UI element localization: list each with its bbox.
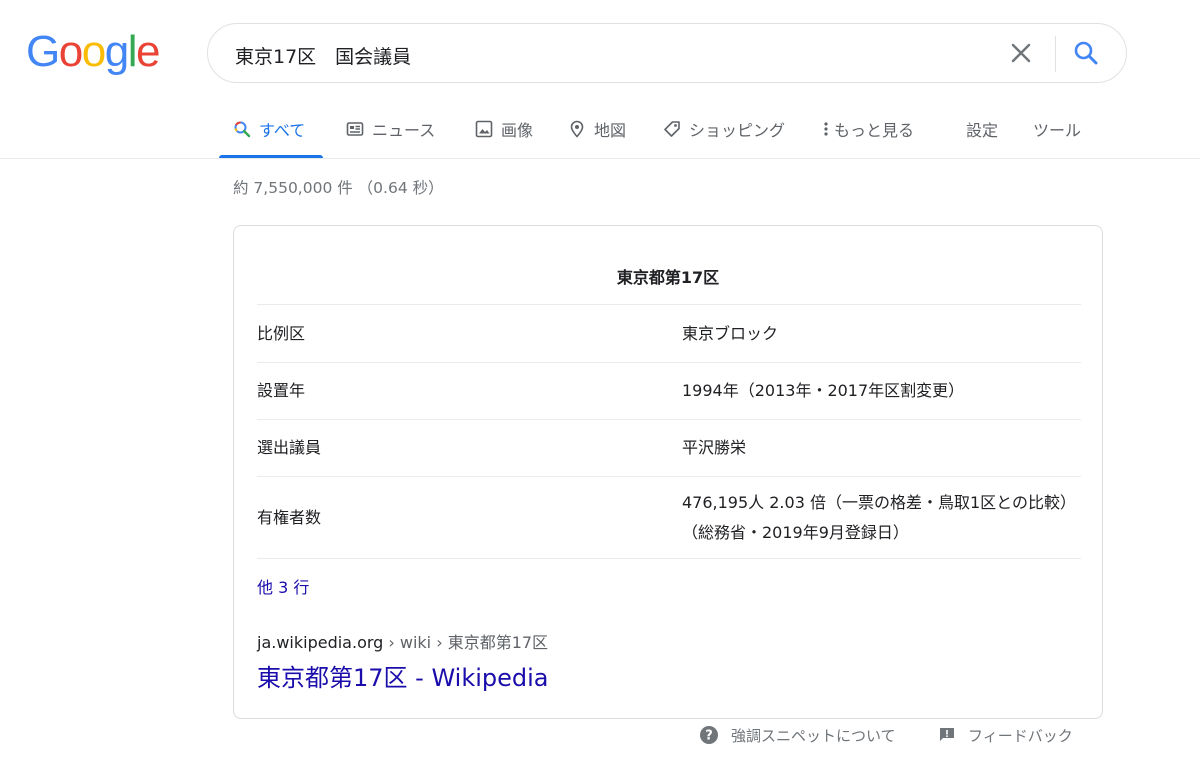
help-icon: ? [700,726,718,744]
result-title-link[interactable]: 東京都第17区 - Wikipedia [257,658,549,693]
feedback-label: フィードバック [968,726,1073,745]
tab-all[interactable]: すべて [218,100,324,158]
row-key: 設置年 [257,362,682,420]
snippet-table: 比例区 東京ブロック 設置年 1994年（2013年・2017年区割変更） 選出… [257,304,1081,559]
about-snippets-label: 強調スニペットについて [731,726,896,745]
cite-breadcrumb: › wiki › 東京都第17区 [383,633,549,652]
search-box[interactable]: 東京17区 国会議員 [207,23,1127,83]
logo-letter: l [127,27,138,76]
tab-news[interactable]: ニュース [346,100,435,158]
search-tabs: すべて ニュース 画像 地図 ショッピング もっと見る 設定 ツール [0,100,1200,159]
tab-more[interactable]: もっと見る [822,100,914,158]
tag-icon [664,121,680,137]
result-cite[interactable]: ja.wikipedia.org › wiki › 東京都第17区 [257,629,548,653]
tab-label: すべて [259,121,306,140]
tab-label: 設定 [966,121,999,140]
search-icon [234,121,251,138]
row-value: 東京ブロック [682,304,1081,363]
search-button[interactable] [1071,38,1101,68]
tab-label: ツール [1033,121,1082,140]
image-icon [475,120,493,138]
tab-maps[interactable]: 地図 [568,100,626,158]
row-key: 選出議員 [257,419,682,477]
svg-text:?: ? [705,729,713,744]
logo-letter: g [104,27,129,76]
featured-snippet: 東京都第17区 比例区 東京ブロック 設置年 1994年（2013年・2017年… [233,225,1103,719]
logo-letter: o [58,27,83,76]
feedback-link[interactable]: フィードバック [938,722,1073,748]
logo-letter: G [26,27,60,76]
more-vert-icon [824,122,828,136]
table-row: 選出議員 平沢勝栄 [257,419,1081,477]
tab-settings[interactable]: 設定 [966,100,998,158]
logo-letter: o [81,27,106,76]
tab-tools[interactable]: ツール [1033,100,1081,158]
tab-label: ニュース [372,121,436,140]
map-pin-icon [570,120,584,138]
tab-label: ショッピング [689,121,786,140]
news-icon [346,122,364,136]
tab-label: 地図 [594,121,627,140]
row-key: 有権者数 [257,476,682,559]
search-divider [1055,36,1056,72]
row-key: 比例区 [257,304,682,363]
table-row: 有権者数 476,195人 2.03 倍（一票の格差・鳥取1区との比較）（総務省… [257,476,1081,559]
tab-shopping[interactable]: ショッピング [663,100,785,158]
feedback-icon [940,728,954,741]
tab-label: もっと見る [834,121,915,140]
snippet-title: 東京都第17区 [616,268,720,287]
about-snippets-link[interactable]: ? 強調スニペットについて [699,722,896,748]
logo-letter: e [135,27,160,76]
result-stats: 約 7,550,000 件 （0.64 秒） [233,179,444,197]
cite-domain: ja.wikipedia.org [257,633,384,652]
search-input[interactable]: 東京17区 国会議員 [235,42,411,69]
google-logo[interactable]: Google [26,27,160,76]
tab-images[interactable]: 画像 [475,100,533,158]
table-row: 比例区 東京ブロック [257,304,1081,363]
row-value: 476,195人 2.03 倍（一票の格差・鳥取1区との比較）（総務省・2019… [682,476,1081,559]
row-value: 平沢勝栄 [682,419,1081,477]
table-row: 設置年 1994年（2013年・2017年区割変更） [257,362,1081,420]
tab-label: 画像 [501,121,534,140]
row-value: 1994年（2013年・2017年区割変更） [682,362,1081,420]
search-icon [1074,41,1098,65]
clear-icon[interactable] [1006,38,1036,68]
more-rows-link[interactable]: 他 3 行 [257,574,309,598]
